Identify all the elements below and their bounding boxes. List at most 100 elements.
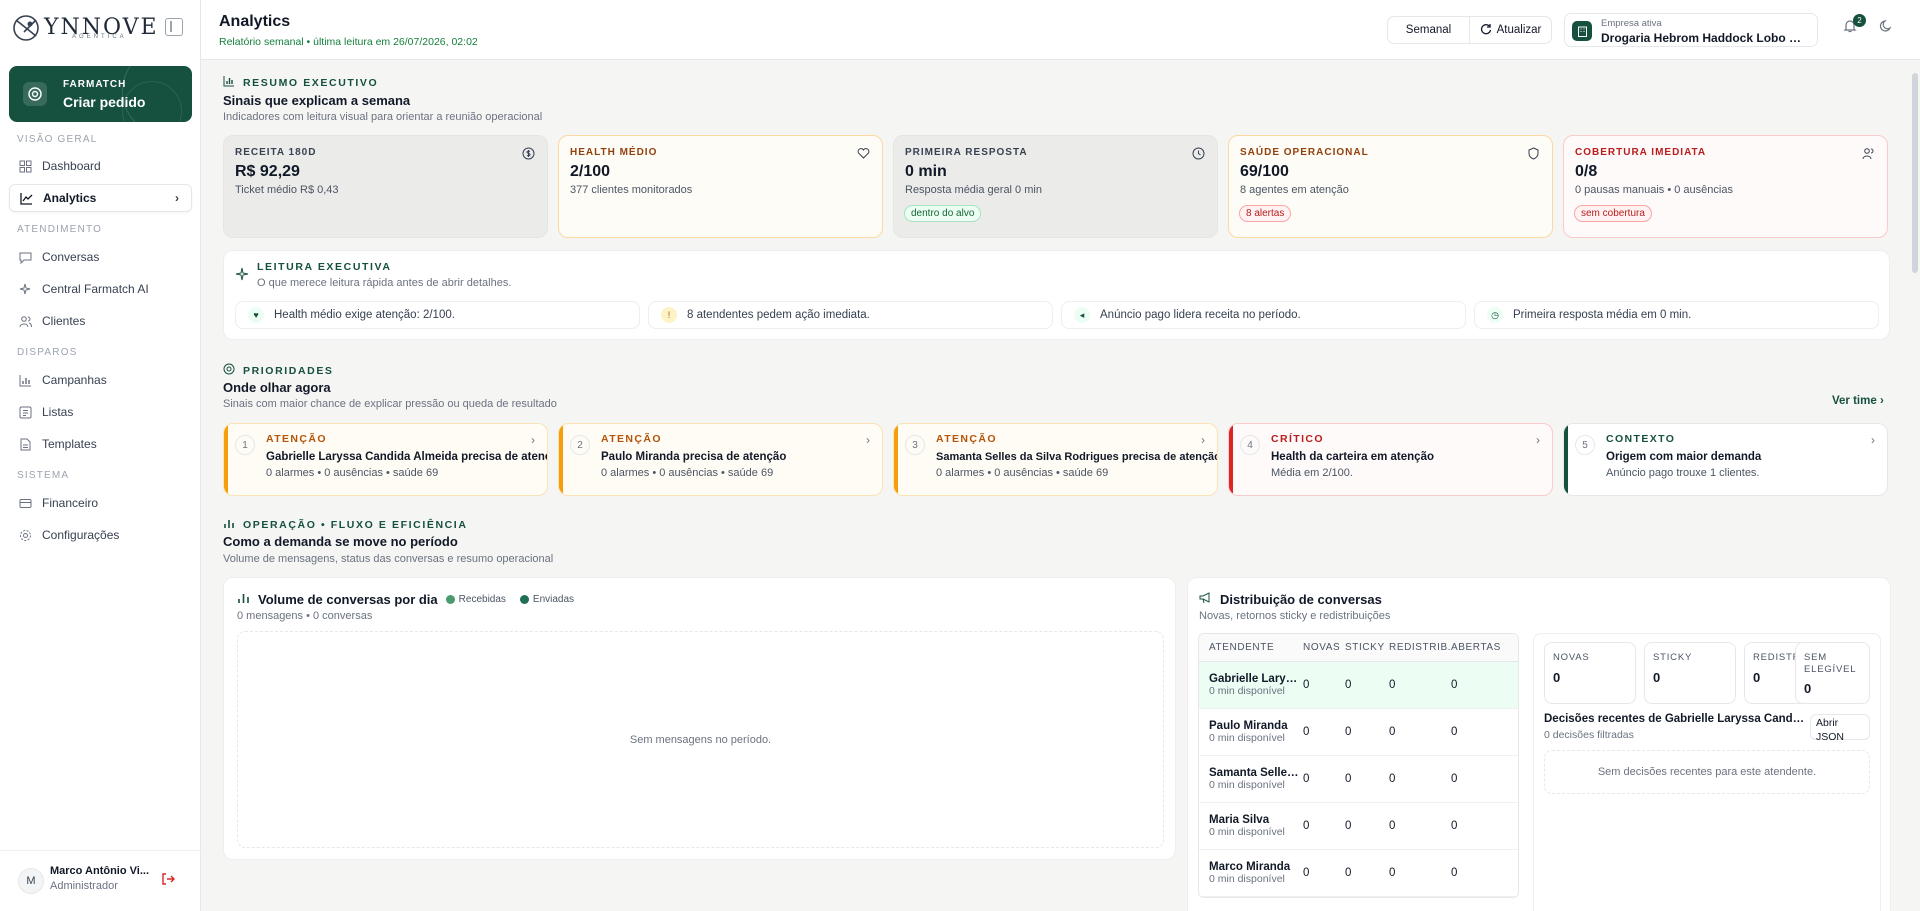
refresh-label: Atualizar bbox=[1496, 24, 1542, 36]
priority-level: ATENÇÃO bbox=[601, 433, 662, 445]
kpi-label: PRIMEIRA RESPOSTA bbox=[905, 147, 1028, 158]
sidebar-item-clientes[interactable]: Clientes bbox=[9, 307, 192, 335]
priority-card[interactable]: 4 CRÍTICO Health da carteira em atenção … bbox=[1228, 423, 1553, 496]
cta-kicker: FARMATCH bbox=[63, 79, 127, 90]
insight-chip[interactable]: ! 8 atendentes pedem ação imediata. bbox=[648, 301, 1053, 329]
attendant-name: Paulo Miranda bbox=[1209, 720, 1288, 732]
table-row[interactable]: Gabrielle Laryssa...0 min disponível 0 0… bbox=[1199, 662, 1518, 709]
sidebar-item-financeiro[interactable]: Financeiro bbox=[9, 489, 192, 517]
kpi-receita[interactable]: RECEITA 180D R$ 92,29 Ticket médio R$ 0,… bbox=[223, 135, 548, 238]
refresh-button[interactable]: Atualizar bbox=[1470, 17, 1551, 43]
moon-icon[interactable] bbox=[1879, 19, 1893, 36]
kpi-value: 0 min bbox=[905, 163, 947, 180]
priority-card[interactable]: 1 ATENÇÃO Gabrielle Laryssa Candida Alme… bbox=[223, 423, 548, 496]
priority-card[interactable]: 5 CONTEXTO Origem com maior demanda Anún… bbox=[1563, 423, 1888, 496]
stat-value: 0 bbox=[1753, 670, 1761, 685]
company-selector[interactable]: Empresa ativa Drogaria Hebrom Haddock Lo… bbox=[1564, 13, 1818, 47]
table-row[interactable]: Samanta Selles d...0 min disponível 0 0 … bbox=[1199, 756, 1518, 803]
attendant-availability: 0 min disponível bbox=[1209, 779, 1285, 791]
sparkles-icon bbox=[18, 282, 32, 296]
dollar-icon bbox=[522, 147, 535, 163]
priority-card[interactable]: 2 ATENÇÃO Paulo Miranda precisa de atenç… bbox=[558, 423, 883, 496]
list-icon bbox=[18, 405, 32, 419]
prioridades-kicker-text: PRIORIDADES bbox=[243, 364, 334, 377]
table-row[interactable]: Marco Miranda 0 min disponível 0 0 0 0 bbox=[1199, 850, 1518, 897]
scrollbar-thumb[interactable] bbox=[1912, 73, 1918, 273]
nav-section-atendimento: ATENDIMENTO bbox=[17, 224, 103, 235]
bar-chart-icon bbox=[237, 591, 250, 607]
collapse-sidebar-icon[interactable] bbox=[165, 18, 183, 36]
cell-abertas: 0 bbox=[1451, 726, 1458, 738]
sidebar-item-listas[interactable]: Listas bbox=[9, 398, 192, 426]
sidebar-item-analytics[interactable]: Analytics › bbox=[9, 184, 192, 212]
create-order-button[interactable]: FARMATCH Criar pedido bbox=[9, 66, 192, 122]
priority-number: 3 bbox=[905, 435, 925, 455]
decisions-title: Decisões recentes de Gabrielle Laryssa C… bbox=[1544, 713, 1806, 725]
legend-sent: Enviadas bbox=[519, 594, 574, 605]
notification-badge: 2 bbox=[1853, 14, 1866, 27]
ver-time-link[interactable]: Ver time › bbox=[1832, 395, 1884, 407]
cell-abertas: 0 bbox=[1451, 867, 1458, 879]
operacao-kicker-text: OPERAÇÃO • FLUXO E EFICIÊNCIA bbox=[243, 518, 468, 531]
insight-text: 8 atendentes pedem ação imediata. bbox=[687, 309, 870, 321]
stat-value: 0 bbox=[1804, 681, 1812, 696]
kpi-saude-operacional[interactable]: SAÚDE OPERACIONAL 69/100 8 agentes em at… bbox=[1228, 135, 1553, 238]
sidebar-item-dashboard[interactable]: Dashboard bbox=[9, 152, 192, 180]
gear-icon bbox=[18, 528, 32, 542]
nav-section-sistema: SISTEMA bbox=[17, 470, 70, 481]
column-header: NOVAS bbox=[1303, 642, 1341, 653]
page-scrollbar[interactable] bbox=[1910, 61, 1920, 911]
period-select[interactable]: Semanal bbox=[1388, 17, 1470, 43]
chart-line-icon bbox=[19, 191, 33, 205]
page-subtitle: Relatório semanal • última leitura em 26… bbox=[219, 36, 478, 48]
sidebar-item-templates[interactable]: Templates bbox=[9, 430, 192, 458]
bar-chart-icon bbox=[223, 75, 235, 90]
open-json-button[interactable]: Abrir JSON bbox=[1810, 714, 1870, 743]
sidebar-item-conversas[interactable]: Conversas bbox=[9, 243, 192, 271]
column-header: ATENDENTE bbox=[1209, 642, 1275, 653]
sidebar-item-central-farmatch-ai[interactable]: Central Farmatch AI bbox=[9, 275, 192, 303]
sidebar-item-label: Clientes bbox=[42, 314, 86, 328]
priority-number: 2 bbox=[570, 435, 590, 455]
logout-icon[interactable] bbox=[161, 872, 175, 889]
sidebar: YNNOVE AGENTICA FARMATCH Criar pedido VI… bbox=[0, 0, 201, 911]
megaphone-icon: ◂ bbox=[1074, 307, 1090, 323]
leitura-executiva-card: LEITURA EXECUTIVA O que merece leitura r… bbox=[223, 250, 1890, 340]
main-content: RESUMO EXECUTIVO Sinais que explicam a s… bbox=[201, 61, 1910, 911]
table-row[interactable]: Paulo Miranda 0 min disponível 0 0 0 0 bbox=[1199, 709, 1518, 756]
volume-empty-state: Sem mensagens no período. bbox=[237, 631, 1164, 848]
avatar: M bbox=[18, 868, 44, 894]
priority-title: Gabrielle Laryssa Candida Almeida precis… bbox=[266, 451, 548, 463]
insight-chip[interactable]: ◷ Primeira resposta média em 0 min. bbox=[1474, 301, 1879, 329]
kpi-primeira-resposta[interactable]: PRIMEIRA RESPOSTA 0 min Resposta média g… bbox=[893, 135, 1218, 238]
table-row[interactable]: Maria Silva 0 min disponível 0 0 0 0 bbox=[1199, 803, 1518, 850]
cell-sticky: 0 bbox=[1345, 679, 1352, 691]
priority-subtext: 0 alarmes • 0 ausências • saúde 69 bbox=[266, 467, 439, 479]
priority-level: ATENÇÃO bbox=[936, 433, 997, 445]
cell-sticky: 0 bbox=[1345, 820, 1352, 832]
insight-chip[interactable]: ◂ Anúncio pago lidera receita no período… bbox=[1061, 301, 1466, 329]
building-icon bbox=[1572, 21, 1592, 41]
stat-sem-elegivel: SEM ELEGÍVEL 0 bbox=[1795, 642, 1870, 704]
sidebar-item-configuracoes[interactable]: Configurações bbox=[9, 521, 192, 549]
kpi-health[interactable]: HEALTH MÉDIO 2/100 377 clientes monitora… bbox=[558, 135, 883, 238]
user-profile[interactable]: M Marco Antônio Vi... Administrador bbox=[0, 850, 201, 908]
kpi-cobertura-imediata[interactable]: COBERTURA IMEDIATA 0/8 0 pausas manuais … bbox=[1563, 135, 1888, 238]
prioridades-title: Onde olhar agora bbox=[223, 380, 331, 395]
prioridades-kicker: PRIORIDADES bbox=[223, 363, 334, 378]
ver-time-label: Ver time bbox=[1832, 395, 1877, 407]
heart-icon: ♥ bbox=[248, 307, 264, 323]
volume-card: Volume de conversas por dia Recebidas En… bbox=[223, 577, 1176, 860]
sidebar-item-campanhas[interactable]: Campanhas bbox=[9, 366, 192, 394]
status-badge: dentro do alvo bbox=[904, 205, 982, 222]
logo-icon bbox=[13, 15, 39, 41]
shield-icon bbox=[1527, 147, 1540, 163]
insight-chip[interactable]: ♥ Health médio exige atenção: 2/100. bbox=[235, 301, 640, 329]
resumo-kicker: RESUMO EXECUTIVO bbox=[223, 75, 378, 90]
cell-redistrib: 0 bbox=[1389, 726, 1396, 738]
insight-text: Health médio exige atenção: 2/100. bbox=[274, 309, 455, 321]
priority-card[interactable]: 3 ATENÇÃO Samanta Selles da Silva Rodrig… bbox=[893, 423, 1218, 496]
refresh-icon bbox=[1480, 23, 1492, 38]
kpi-label: COBERTURA IMEDIATA bbox=[1575, 147, 1707, 158]
logo[interactable]: YNNOVE AGENTICA bbox=[10, 10, 159, 46]
